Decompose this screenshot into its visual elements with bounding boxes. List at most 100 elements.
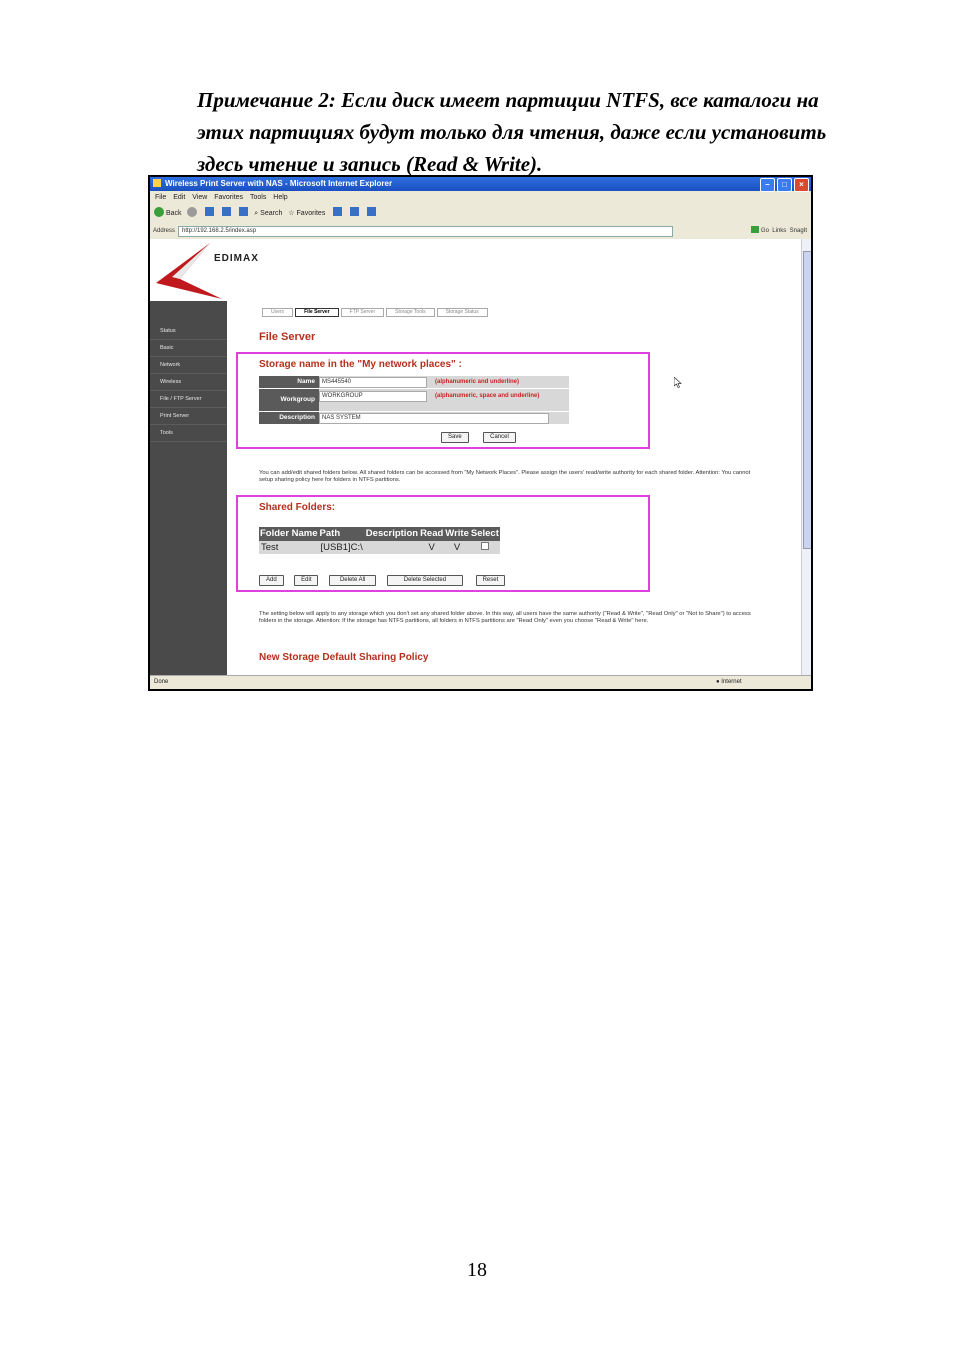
- default-policy-info: The setting below will apply to any stor…: [259, 611, 751, 624]
- sidebar-item-tools[interactable]: Tools: [150, 425, 227, 442]
- sidebar-item-basic[interactable]: Basic: [150, 340, 227, 357]
- workgroup-field[interactable]: WORKGROUP: [319, 391, 427, 402]
- page-content: EDIMAX Status Basic Network Wireless Fil…: [150, 239, 802, 675]
- col-select: Select: [469, 527, 500, 541]
- table-row: Test [USB1]C:\ V V: [259, 541, 500, 554]
- main-panel: Users File Server FTP Server Storage Tools S…: [227, 301, 802, 675]
- menu-help[interactable]: Help: [273, 194, 287, 201]
- sidebar-item-network[interactable]: Network: [150, 357, 227, 374]
- edimax-swoosh-icon: [156, 243, 222, 299]
- globe-icon: ●: [716, 679, 720, 685]
- maximize-icon[interactable]: □: [777, 178, 792, 192]
- ie-icon: [153, 179, 161, 187]
- search-button[interactable]: ⌕ Search: [254, 204, 282, 224]
- menu-view[interactable]: View: [192, 194, 207, 201]
- close-icon[interactable]: ×: [794, 178, 809, 192]
- delete-all-button[interactable]: Delete All: [328, 575, 377, 586]
- storage-buttons: Save Cancel: [441, 425, 516, 443]
- save-button[interactable]: Save: [441, 432, 469, 443]
- menu-tools[interactable]: Tools: [250, 194, 266, 201]
- mouse-cursor-icon: [674, 377, 682, 388]
- sidebar-item-print-server[interactable]: Print Server: [150, 408, 227, 425]
- menu-favorites[interactable]: Favorites: [214, 194, 243, 201]
- back-label: Back: [165, 210, 182, 217]
- read-cell: V: [419, 541, 445, 554]
- menu-file[interactable]: File: [155, 194, 166, 201]
- page-number: 18: [467, 1259, 487, 1281]
- back-icon: [154, 207, 164, 217]
- favorites-label: Favorites: [296, 210, 326, 217]
- page-scrollbar[interactable]: [801, 239, 811, 675]
- go-icon: [750, 226, 759, 233]
- default-policy-title: New Storage Default Sharing Policy: [259, 652, 429, 663]
- note-text: Примечание 2: Если диск имеет партиции N…: [197, 84, 897, 180]
- address-input[interactable]: http://192.168.2.5/index.asp: [178, 226, 673, 237]
- add-button[interactable]: Add: [259, 575, 284, 586]
- note-line-2: этих партициях будут только для чтения, …: [197, 120, 827, 144]
- go-button[interactable]: Go: [761, 228, 769, 234]
- status-text: Done: [154, 679, 169, 685]
- print-icon[interactable]: [367, 207, 377, 216]
- favorites-button[interactable]: ☆ Favorites: [288, 204, 325, 224]
- tab-file-server[interactable]: File Server: [295, 308, 339, 317]
- page-title: File Server: [259, 331, 316, 343]
- delete-selected-button[interactable]: Delete Selected: [386, 575, 464, 586]
- shared-folders-info: You can add/edit shared folders below. A…: [259, 470, 751, 483]
- name-hint: (alphanumeric and underline): [435, 378, 520, 385]
- storage-section-title: Storage name in the "My network places" …: [259, 359, 462, 370]
- links-label[interactable]: Links: [772, 228, 786, 234]
- search-label: Search: [260, 210, 283, 217]
- workgroup-cell: WORKGROUP (alphanumeric, space and under…: [319, 389, 569, 411]
- sidebar-item-status[interactable]: Status: [150, 323, 227, 340]
- cancel-button[interactable]: Cancel: [483, 432, 516, 443]
- media-icon[interactable]: [333, 207, 343, 216]
- minimize-icon[interactable]: –: [760, 178, 775, 192]
- sidebar-item-file-ftp-server[interactable]: File / FTP Server: [150, 391, 227, 408]
- col-read: Read: [419, 527, 445, 541]
- description-field[interactable]: NAS SYSTEM: [319, 412, 549, 424]
- sidebar-item-wireless[interactable]: Wireless: [150, 374, 227, 391]
- edit-button[interactable]: Edit: [294, 575, 319, 586]
- name-label: Name: [259, 376, 319, 388]
- tab-bar: Users File Server FTP Server Storage Tools S…: [262, 308, 490, 317]
- browser-window-screenshot: Wireless Print Server with NAS - Microso…: [148, 175, 813, 691]
- col-folder-name: Folder Name: [259, 527, 319, 541]
- forward-button[interactable]: [187, 204, 198, 224]
- description-row: Description NAS SYSTEM: [259, 412, 569, 424]
- menu-edit[interactable]: Edit: [173, 194, 185, 201]
- name-cell: MS445540 (alphanumeric and underline): [319, 376, 569, 388]
- zone-indicator: ● Internet: [716, 676, 742, 689]
- table-header-row: Folder Name Path Description Read Write …: [259, 527, 500, 541]
- refresh-icon[interactable]: [222, 207, 232, 216]
- description-cell: [364, 541, 420, 554]
- name-field[interactable]: MS445540: [319, 376, 427, 388]
- workgroup-label: Workgroup: [259, 389, 319, 411]
- folder-name-cell: Test: [259, 541, 319, 554]
- zone-label: Internet: [721, 679, 742, 685]
- stop-icon[interactable]: [205, 207, 215, 216]
- select-checkbox[interactable]: [480, 542, 489, 550]
- reset-button[interactable]: Reset: [475, 575, 506, 586]
- home-icon[interactable]: [239, 207, 249, 216]
- star-icon: ☆: [288, 210, 295, 217]
- name-row: Name MS445540 (alphanumeric and underlin…: [259, 376, 569, 388]
- tab-storage-status[interactable]: Storage Status: [436, 308, 488, 317]
- storage-form: Name MS445540 (alphanumeric and underlin…: [259, 376, 569, 425]
- tab-storage-tools[interactable]: Storage Tools: [386, 308, 435, 317]
- col-path: Path: [318, 527, 365, 541]
- shared-folders-title: Shared Folders:: [259, 502, 336, 513]
- address-bar: Address http://192.168.2.5/index.asp Go …: [150, 224, 811, 238]
- menu-bar: File Edit View Favorites Tools Help: [150, 192, 811, 203]
- edimax-logo: EDIMAX: [214, 253, 259, 264]
- status-bar: Done ● Internet: [150, 675, 811, 689]
- mail-icon[interactable]: [350, 207, 360, 216]
- forward-icon: [187, 207, 198, 217]
- sidebar: Status Basic Network Wireless File / FTP…: [150, 301, 227, 675]
- tab-ftp-server[interactable]: FTP Server: [340, 308, 385, 317]
- address-label: Address: [153, 228, 176, 234]
- col-description: Description: [364, 527, 420, 541]
- tab-users[interactable]: Users: [262, 308, 294, 317]
- back-button[interactable]: Back: [154, 204, 182, 224]
- snagit-label[interactable]: SnagIt: [790, 228, 807, 234]
- scrollbar-thumb[interactable]: [803, 251, 811, 549]
